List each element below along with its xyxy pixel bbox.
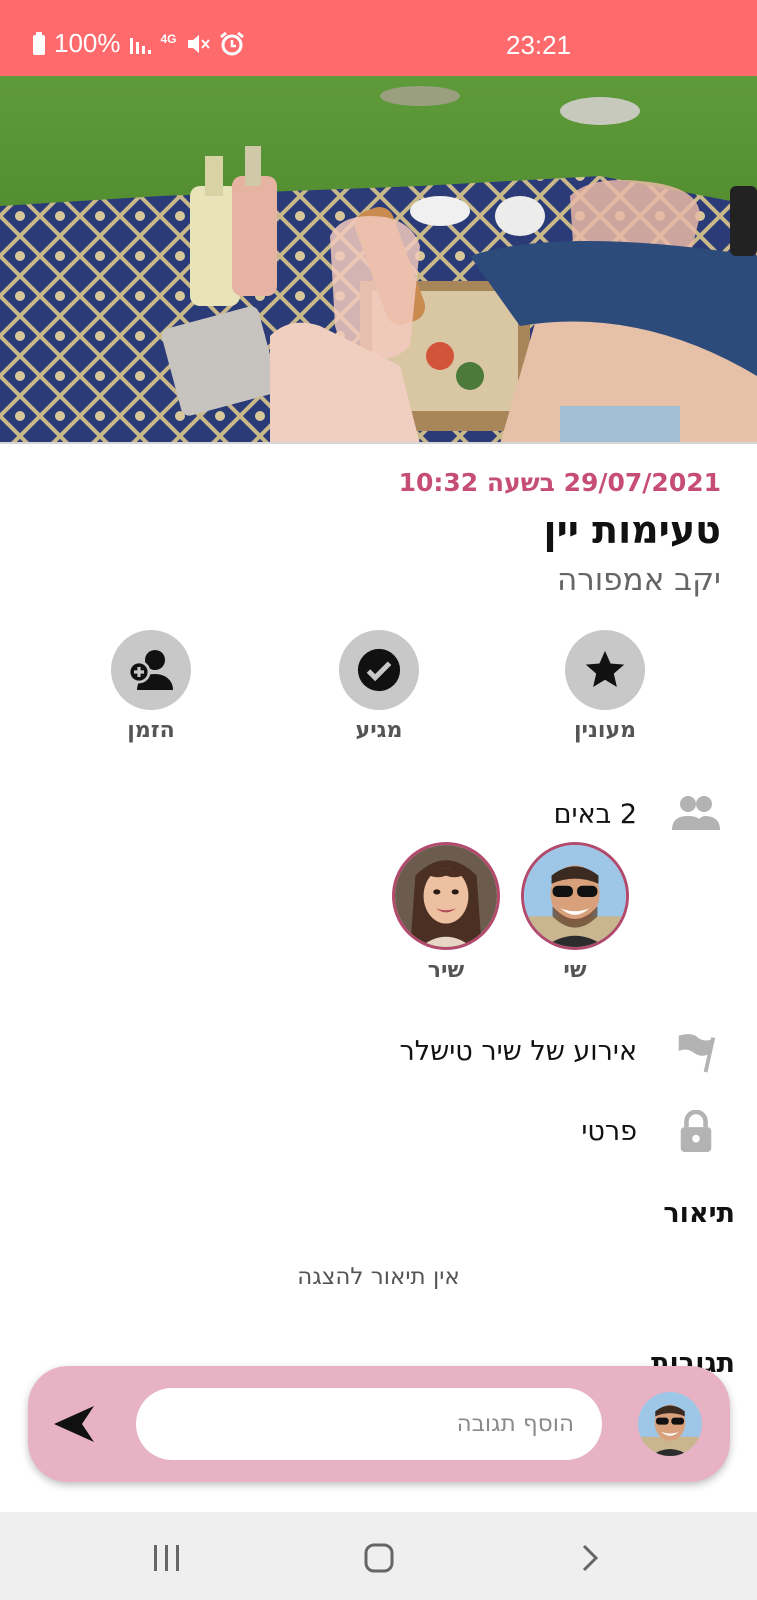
attending-button[interactable]: מגיע	[324, 630, 434, 743]
event-cover-photo	[0, 76, 757, 444]
privacy-label: פרטי	[581, 1115, 637, 1147]
attendee-name: שיר	[427, 958, 465, 983]
send-icon	[54, 1406, 94, 1442]
signal-icon	[129, 37, 151, 54]
attending-circle[interactable]	[339, 630, 419, 710]
attendees-row[interactable]: 2 באים	[554, 794, 721, 834]
home-icon	[364, 1543, 394, 1573]
home-button[interactable]	[349, 1536, 409, 1580]
interested-circle[interactable]	[565, 630, 645, 710]
battery-icon	[33, 31, 45, 55]
network-type: 4G	[160, 31, 177, 46]
description-title: תיאור	[663, 1198, 735, 1229]
flag-icon	[671, 1028, 721, 1074]
add-person-icon	[127, 650, 173, 690]
check-icon	[357, 648, 401, 692]
lock-icon	[671, 1110, 721, 1152]
organizer-row[interactable]: אירוע של שיר טישלר	[400, 1028, 721, 1074]
people-icon	[671, 794, 721, 834]
invite-button[interactable]: הזמן	[96, 630, 206, 743]
privacy-row: פרטי	[581, 1110, 721, 1152]
event-location: יקב אמפורה	[556, 562, 721, 598]
back-icon	[582, 1544, 599, 1572]
event-title: טעימות יין	[543, 508, 721, 552]
current-user-avatar	[638, 1392, 702, 1456]
attendees-count: 2 באים	[553, 798, 637, 830]
attendee-name: שי	[563, 958, 587, 983]
send-button[interactable]	[52, 1402, 102, 1446]
status-icons: 100% 4G	[32, 28, 245, 59]
description-empty-text: אין תיאור להצגה	[297, 1264, 460, 1290]
alarm-icon	[219, 31, 244, 55]
interested-button[interactable]: מעונין	[550, 630, 660, 743]
organizer-label: אירוע של שיר טישלר	[399, 1035, 637, 1067]
avatar[interactable]	[392, 842, 500, 950]
interested-label: מעונין	[573, 718, 637, 743]
status-time: 23:21	[506, 30, 572, 60]
attendee-shai[interactable]: שי	[520, 842, 630, 983]
invite-label: הזמן	[127, 718, 175, 743]
avatar[interactable]	[521, 842, 629, 950]
star-icon	[585, 650, 625, 688]
comment-composer	[28, 1366, 730, 1482]
recents-icon	[154, 1545, 179, 1571]
attendee-shir[interactable]: שיר	[391, 842, 501, 983]
cover-illustration	[0, 76, 757, 442]
comment-input[interactable]	[136, 1388, 602, 1460]
event-date-time: 29/07/2021 בשעה 10:32	[398, 468, 721, 497]
attending-label: מגיע	[355, 718, 403, 743]
status-bar: 100% 4G 23:21	[0, 0, 757, 76]
invite-circle[interactable]	[111, 630, 191, 710]
mute-icon	[187, 34, 210, 53]
battery-percent: 100%	[54, 28, 121, 58]
system-nav-bar	[0, 1512, 757, 1600]
recents-button[interactable]	[137, 1536, 197, 1580]
back-button[interactable]	[560, 1536, 620, 1580]
